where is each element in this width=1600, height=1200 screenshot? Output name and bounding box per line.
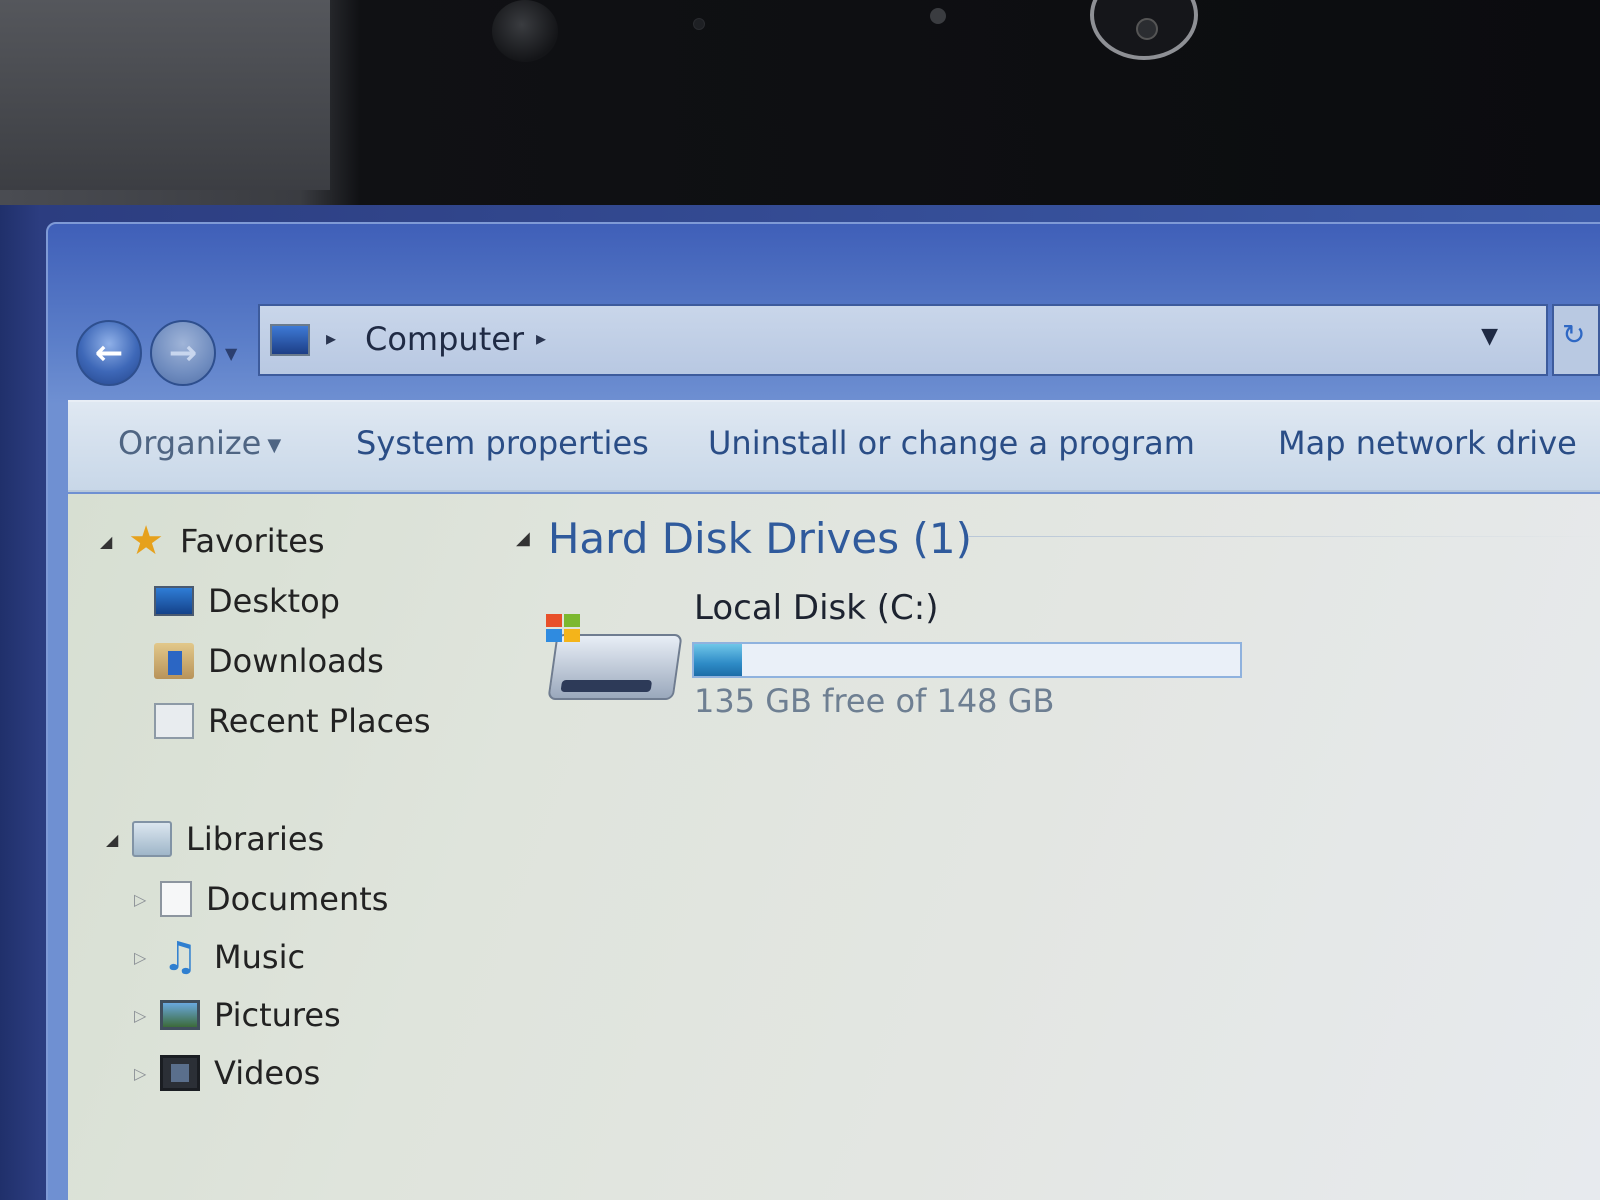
computer-icon xyxy=(270,324,310,356)
collapse-arrow-icon[interactable]: ◢ xyxy=(100,532,126,551)
breadcrumb-arrow-icon[interactable]: ▸ xyxy=(326,326,336,350)
uninstall-program-button[interactable]: Uninstall or change a program xyxy=(708,424,1195,462)
back-button[interactable]: ← xyxy=(76,320,142,386)
libraries-icon xyxy=(132,821,172,857)
command-bar: Organize ▼ System properties Uninstall or… xyxy=(68,400,1600,492)
back-arrow-icon: ← xyxy=(94,333,124,373)
breadcrumb-arrow-icon[interactable]: ▸ xyxy=(536,326,546,350)
disk-usage-fill xyxy=(694,644,743,676)
system-properties-button[interactable]: System properties xyxy=(356,424,649,462)
collapse-arrow-icon[interactable]: ◢ xyxy=(516,528,530,549)
address-dropdown-icon[interactable]: ▼ xyxy=(1481,324,1498,349)
drive-item-local-disk-c[interactable]: Local Disk (C:) 135 GB free of 148 GB xyxy=(546,588,1306,728)
tree-item-desktop[interactable]: Desktop xyxy=(154,582,340,620)
star-icon: ★ xyxy=(128,518,164,564)
tree-label: Pictures xyxy=(214,996,341,1034)
tree-item-documents[interactable]: ▷ Documents xyxy=(134,880,388,918)
documents-icon xyxy=(160,881,192,917)
tree-item-videos[interactable]: ▷ Videos xyxy=(134,1054,320,1092)
tree-item-recent-places[interactable]: Recent Places xyxy=(154,702,431,740)
expand-arrow-icon[interactable]: ▷ xyxy=(134,890,160,909)
tree-item-music[interactable]: ▷ ♫ Music xyxy=(134,934,306,980)
group-title: Hard Disk Drives (1) xyxy=(547,514,972,563)
music-note-icon: ♫ xyxy=(162,934,198,980)
tree-item-pictures[interactable]: ▷ Pictures xyxy=(134,996,341,1034)
tree-label: Libraries xyxy=(186,820,325,858)
organize-button[interactable]: Organize ▼ xyxy=(118,424,281,462)
windows-logo-icon xyxy=(546,614,582,644)
videos-icon xyxy=(160,1055,200,1091)
navigation-pane: ◢ ★ Favorites Desktop Downloads Recent P… xyxy=(68,494,508,1200)
recent-places-icon xyxy=(154,703,194,739)
tree-item-libraries[interactable]: ◢ Libraries xyxy=(106,820,324,858)
tree-label: Favorites xyxy=(180,522,325,560)
desktop-icon xyxy=(154,586,194,616)
tree-label: Music xyxy=(214,938,306,976)
group-header-hard-disk-drives[interactable]: ◢ Hard Disk Drives (1) xyxy=(516,514,972,563)
chevron-down-icon: ▼ xyxy=(267,434,282,456)
bezel-highlight xyxy=(0,0,330,190)
address-bar[interactable]: ▸ Computer ▸ ▼ xyxy=(258,304,1548,376)
expand-arrow-icon[interactable]: ▷ xyxy=(134,1064,160,1083)
drive-free-space: 135 GB free of 148 GB xyxy=(694,682,1055,720)
downloads-folder-icon xyxy=(154,643,194,679)
content-area: ◢ ★ Favorites Desktop Downloads Recent P… xyxy=(68,494,1600,1200)
expand-arrow-icon[interactable]: ▷ xyxy=(134,948,160,967)
bezel-button xyxy=(492,0,558,62)
tree-label: Downloads xyxy=(208,642,384,680)
refresh-icon: ↻ xyxy=(1562,318,1586,351)
forward-button[interactable]: → xyxy=(150,320,216,386)
collapse-arrow-icon[interactable]: ◢ xyxy=(106,830,132,849)
group-divider xyxy=(968,536,1600,537)
microphone-dot xyxy=(930,8,946,24)
forward-arrow-icon: → xyxy=(168,333,198,373)
tree-item-downloads[interactable]: Downloads xyxy=(154,642,384,680)
tree-label: Documents xyxy=(206,880,389,918)
organize-label: Organize xyxy=(118,424,262,462)
tree-label: Videos xyxy=(214,1054,321,1092)
sensor-dot xyxy=(693,18,705,30)
map-network-drive-button[interactable]: Map network drive xyxy=(1278,424,1577,462)
tree-item-favorites[interactable]: ◢ ★ Favorites xyxy=(100,518,325,564)
expand-arrow-icon[interactable]: ▷ xyxy=(134,1006,160,1025)
pictures-icon xyxy=(160,1000,200,1030)
tree-label: Recent Places xyxy=(208,702,431,740)
refresh-button[interactable]: ↻ xyxy=(1552,304,1600,376)
disk-usage-bar xyxy=(692,642,1242,678)
drive-name: Local Disk (C:) xyxy=(694,588,939,628)
recent-pages-dropdown[interactable]: ▼ xyxy=(225,344,237,363)
tree-label: Desktop xyxy=(208,582,340,620)
breadcrumb-computer[interactable]: Computer xyxy=(365,320,524,358)
